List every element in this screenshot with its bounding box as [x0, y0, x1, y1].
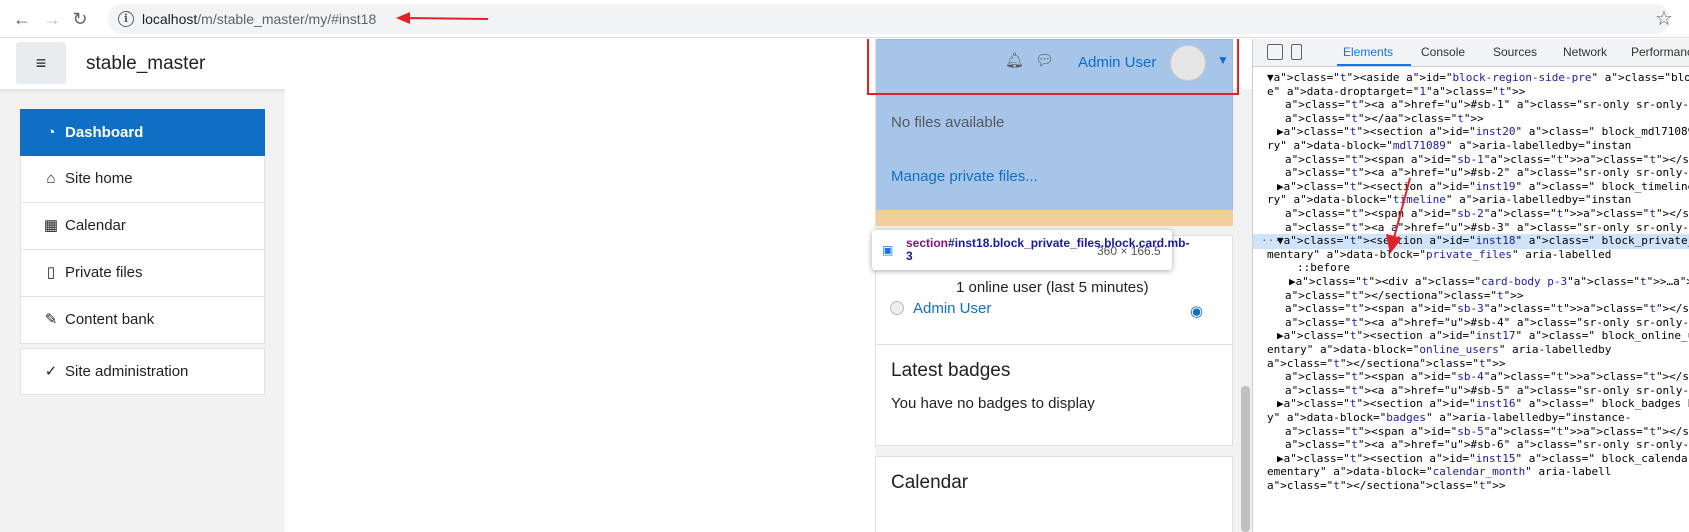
nav-item-private-files[interactable]: ▯ Private files	[20, 250, 265, 297]
dom-tree-line[interactable]: a">class="t"><span a">id="sb-2"a">class=…	[1253, 207, 1689, 221]
dom-tree-line[interactable]: ▶a">class="t"><section a">id="inst20" a"…	[1253, 125, 1689, 139]
badges-title: Latest badges	[891, 360, 1011, 381]
back-arrow-icon[interactable]: ←	[10, 7, 34, 31]
tooltip-size: 360 × 166.5	[1097, 244, 1161, 258]
url-text[interactable]: localhost/m/stable_master/my/#inst18	[142, 11, 376, 27]
site-title[interactable]: stable_master	[86, 53, 205, 75]
scrollbar-thumb[interactable]	[1241, 386, 1250, 532]
forward-arrow-icon[interactable]: →	[40, 7, 64, 31]
tooltip-selector: section#inst18.block_private_files.block…	[906, 236, 1189, 263]
devtools-element-tooltip: ▣ section#inst18.block_private_files.blo…	[872, 230, 1189, 270]
dom-tree-line[interactable]: y" a">data-block="badges" a">aria-labell…	[1253, 411, 1689, 425]
devtools-panel: Elements Console Sources Network Perform…	[1252, 39, 1689, 532]
url-host: localhost	[142, 11, 198, 27]
dom-tree-line[interactable]: e" a">data-droptarget="1"a">class="t">>	[1253, 85, 1689, 99]
dom-tree-line[interactable]: ▶a">class="t"><section a">id="inst17" a"…	[1253, 329, 1689, 343]
dom-tree-line[interactable]: ry" a">data-block="timeline" a">aria-lab…	[1253, 193, 1689, 207]
nav-item-site-home[interactable]: ⌂ Site home	[20, 156, 265, 203]
devtools-toolbar: Elements Console Sources Network Perform…	[1253, 39, 1689, 67]
dom-tree-line[interactable]: a">class="t"><a a">href="u">#sb-1" a">cl…	[1253, 98, 1689, 112]
dom-tree-line[interactable]: a">class="t"><span a">id="sb-4"a">class=…	[1253, 370, 1689, 384]
site-info-icon[interactable]: i	[118, 11, 134, 27]
eye-icon[interactable]: ◉	[1190, 302, 1203, 320]
dom-tree-line[interactable]: a">class="t"></aa">class="t">>	[1253, 112, 1689, 126]
dom-tree-line[interactable]: a">class="t"><a a">href="u">#sb-4" a">cl…	[1253, 316, 1689, 330]
dom-tree-line[interactable]: a">class="t"><a a">href="u">#sb-5" a">cl…	[1253, 384, 1689, 398]
tab-network[interactable]: Network	[1563, 45, 1607, 59]
nav-item-label: Private files	[65, 264, 143, 281]
nav-item-label: Site administration	[65, 363, 189, 380]
dom-tree-line[interactable]: entary" a">data-block="online_users" ari…	[1253, 343, 1689, 357]
dom-tree-line[interactable]: ::before	[1253, 261, 1689, 275]
dom-tree-line[interactable]: ▼a">class="t"><section a">id="inst18" a"…	[1253, 234, 1689, 249]
dashboard-icon: ◔	[46, 124, 56, 141]
annotation-box-user-menu	[867, 39, 1239, 95]
grid-icon: ▣	[882, 243, 894, 257]
address-bar[interactable]: i localhost/m/stable_master/my/#inst18	[108, 4, 1670, 34]
calendar-icon: ▦	[43, 217, 59, 234]
calendar-block: Calendar	[875, 456, 1233, 532]
manage-private-files-link[interactable]: Manage private files...	[891, 168, 1038, 185]
dom-tree-line[interactable]: ▶a">class="t"><section a">id="inst19" a"…	[1253, 180, 1689, 194]
moodle-page: ≡ stable_master ◔ Dashboard ⌂ Site home …	[0, 39, 1252, 532]
dom-tree-line[interactable]: ementary" a">data-block="calendar_month"…	[1253, 465, 1689, 479]
tab-console[interactable]: Console	[1421, 45, 1465, 59]
inspect-element-icon[interactable]	[1267, 44, 1283, 60]
wrench-icon: ✓	[44, 363, 58, 380]
dom-tree-line[interactable]: mentary" a">data-block="private_files" a…	[1253, 248, 1689, 262]
no-files-text: No files available	[891, 114, 1005, 131]
dom-tree-line[interactable]: ▶a">class="t"><section a">id="inst16" a"…	[1253, 397, 1689, 411]
paintbrush-icon: ✎	[44, 311, 58, 328]
devtools-padding-overlay	[876, 210, 1233, 226]
annotation-arrow-url	[396, 12, 489, 24]
main-content-area	[285, 89, 875, 532]
tab-elements[interactable]: Elements	[1343, 45, 1393, 59]
device-toolbar-icon[interactable]	[1291, 44, 1302, 60]
dom-tree: ▼a">class="t"><aside a">id="block-region…	[1253, 67, 1689, 532]
reload-icon[interactable]: ↻	[68, 7, 92, 31]
nav-item-label: Site home	[65, 170, 133, 187]
tab-performance[interactable]: Performanc	[1631, 45, 1689, 59]
dom-tree-line[interactable]: a">class="t"></sectiona">class="t">>	[1253, 479, 1689, 493]
menu-toggle-button[interactable]: ≡	[16, 42, 66, 84]
dom-tree-line[interactable]: a">class="t"><a a">href="u">#sb-6" a">cl…	[1253, 438, 1689, 452]
nav-item-content-bank[interactable]: ✎ Content bank	[20, 297, 265, 344]
dom-tree-line[interactable]: ry" a">data-block="mdl71089" a">aria-lab…	[1253, 139, 1689, 153]
dom-tree-line[interactable]: a">class="t"><span a">id="sb-3"a">class=…	[1253, 302, 1689, 316]
nav-item-dashboard[interactable]: ◔ Dashboard	[20, 109, 265, 156]
avatar	[890, 301, 904, 315]
dom-tree-line[interactable]: a">class="t"><a a">href="u">#sb-3" a">cl…	[1253, 221, 1689, 235]
dom-tree-line[interactable]: a">class="t"><span a">id="sb-5"a">class=…	[1253, 425, 1689, 439]
calendar-title: Calendar	[891, 472, 969, 493]
nav-item-label: Calendar	[65, 217, 126, 234]
nav-item-label: Dashboard	[65, 124, 144, 141]
dom-tree-line[interactable]: a">class="t"><span a">id="sb-1"a">class=…	[1253, 153, 1689, 167]
url-path: /m/stable_master/my/#inst18	[197, 11, 377, 27]
online-user-link[interactable]: Admin User	[913, 300, 991, 317]
home-icon: ⌂	[46, 170, 56, 187]
dom-tree-line[interactable]: a">class="t"><a a">href="u">#sb-2" a">cl…	[1253, 166, 1689, 180]
tab-sources[interactable]: Sources	[1493, 45, 1537, 59]
dom-tree-line[interactable]: a">class="t"></sectiona">class="t">>	[1253, 289, 1689, 303]
browser-toolbar: ← → ↻ i localhost/m/stable_master/my/#in…	[0, 0, 1689, 38]
dom-tree-line[interactable]: a">class="t"></sectiona">class="t">>	[1253, 357, 1689, 371]
annotation-arrow-dom	[1386, 177, 1411, 254]
nav-item-calendar[interactable]: ▦ Calendar	[20, 203, 265, 250]
dom-tree-line[interactable]: ▶a">class="t"><div a">class="card-body p…	[1253, 275, 1689, 289]
latest-badges-block: Latest badges You have no badges to disp…	[875, 344, 1233, 446]
nav-item-label: Content bank	[65, 311, 155, 328]
more-options-icon[interactable]: ···	[1261, 234, 1281, 248]
bookmark-star-icon[interactable]: ☆	[1655, 6, 1673, 31]
tooltip-tag: section	[906, 236, 949, 250]
nav-item-site-administration[interactable]: ✓ Site administration	[20, 348, 265, 395]
badges-empty-text: You have no badges to display	[891, 395, 1095, 412]
file-icon: ▯	[46, 264, 56, 281]
online-users-summary: 1 online user (last 5 minutes)	[956, 279, 1149, 296]
dom-tree-line[interactable]: ▼a">class="t"><aside a">id="block-region…	[1253, 71, 1689, 85]
dom-tree-line[interactable]: ▶a">class="t"><section a">id="inst15" a"…	[1253, 452, 1689, 466]
left-navigation: ◔ Dashboard ⌂ Site home ▦ Calendar ▯ Pri…	[20, 109, 265, 395]
